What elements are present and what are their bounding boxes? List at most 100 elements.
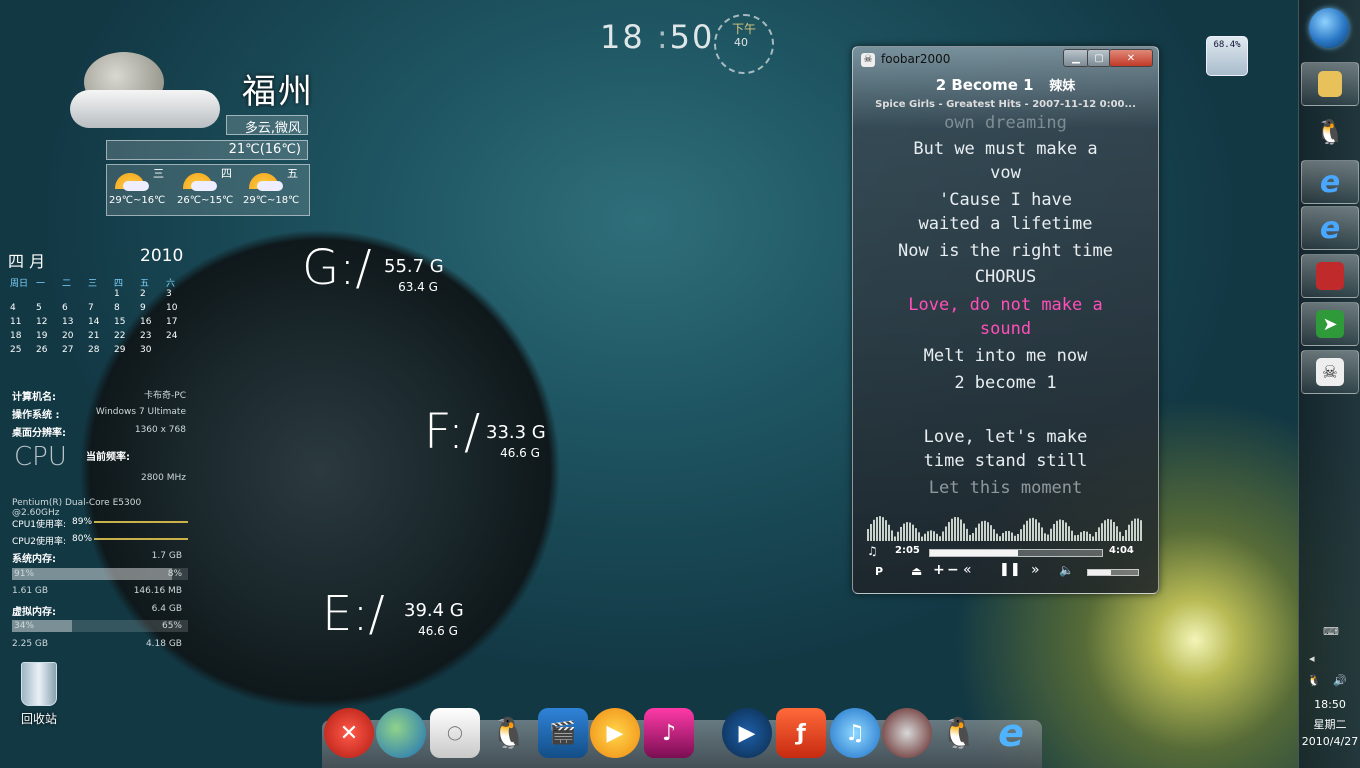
- start-button[interactable]: [1309, 8, 1349, 48]
- drive-g[interactable]: G:/ 55.7 G 63.4 G: [302, 240, 462, 310]
- taskbar: 🐧 e e ➤ ☠ ⌨ ◂ 🐧 🔊 18:50 星期二 2010/4/27: [1298, 0, 1360, 768]
- eject-icon[interactable]: ⏏: [911, 564, 922, 578]
- spectrum-bar: [936, 533, 938, 541]
- movie-icon[interactable]: 🎬: [538, 708, 588, 758]
- clock-ampm: 下午: [732, 22, 757, 36]
- lyrics-panel: own dreaming But we must make a vow 'Cau…: [853, 109, 1158, 499]
- cpu1-value: 89%: [72, 517, 93, 527]
- flash-icon[interactable]: ƒ: [776, 708, 826, 758]
- spectrum-bar: [1077, 534, 1079, 541]
- media-player-icon[interactable]: ▶: [590, 708, 640, 758]
- spectrum-bar: [954, 517, 956, 541]
- drive-total-space: 46.6 G: [500, 446, 540, 460]
- close-button[interactable]: ✕: [1109, 49, 1153, 67]
- lyric-line: Love, let's make: [923, 427, 1088, 447]
- lyric-line: But we must make a: [913, 139, 1098, 159]
- weather-city: 福州: [242, 72, 314, 112]
- qq-tray-icon[interactable]: 🐧: [1307, 674, 1321, 687]
- qq-penguin-icon[interactable]: 🐧: [484, 708, 534, 758]
- taskbar-ie-1[interactable]: e: [1301, 160, 1359, 204]
- cpu1-graph: [94, 521, 188, 523]
- minimize-button[interactable]: ▁: [1063, 49, 1089, 67]
- spectrum-bar: [1002, 532, 1004, 541]
- taskbar-date[interactable]: 2010/4/27: [1299, 735, 1360, 748]
- mem-bar-fill: [12, 568, 173, 580]
- remove-icon[interactable]: −: [947, 562, 959, 578]
- calendar-week: 18 19 20 21 22 23 24: [10, 331, 178, 341]
- forecast-weekday: 四: [221, 167, 232, 180]
- keyboard-icon[interactable]: ⌨: [1323, 625, 1339, 638]
- spectrum-bar: [1005, 531, 1007, 541]
- lyric-line: Let this moment: [928, 478, 1083, 498]
- elapsed-time: 2:05: [895, 545, 920, 556]
- battery-gadget[interactable]: 68.4%: [1206, 36, 1248, 76]
- spectrum-bar: [1008, 530, 1010, 541]
- clock-hour: 18: [600, 18, 645, 56]
- spectrum-bar: [1095, 531, 1097, 541]
- mem-used-pct: 91%: [14, 569, 35, 579]
- previous-icon[interactable]: «: [963, 562, 972, 578]
- close-icon[interactable]: ✕: [324, 708, 374, 758]
- taskbar-app-green[interactable]: ➤: [1301, 302, 1359, 346]
- spectrum-bar: [963, 523, 965, 541]
- clock-minute: 50: [669, 18, 715, 56]
- cpu1-label: CPU1使用率:: [12, 520, 67, 530]
- spectrum-bar: [1035, 519, 1037, 541]
- mem-bar: [12, 568, 188, 580]
- calendar-month: 四 月: [8, 252, 46, 271]
- ie-icon[interactable]: e: [986, 708, 1036, 758]
- computer-name-label: 计算机名:: [12, 392, 56, 403]
- forecast-day: 四 26℃~15℃: [177, 165, 243, 213]
- weather-widget[interactable]: 福州 多云,微风 21℃(16℃) 三 29℃~16℃ 四 26℃~15℃ 五 …: [66, 50, 316, 220]
- spectrum-bar: [1044, 533, 1046, 541]
- volume-icon[interactable]: 🔈: [1059, 563, 1074, 577]
- add-icon[interactable]: +: [933, 562, 945, 578]
- taskbar-ie-2[interactable]: e: [1301, 206, 1359, 250]
- calendar-widget[interactable]: 四 月 2010 周日一二三四五六 123 4 5 6 7 8 9 10 11 12 13 14 1…: [0, 246, 200, 356]
- maximize-button[interactable]: ▢: [1087, 49, 1111, 67]
- spectrum-bar: [900, 526, 902, 541]
- drive-e[interactable]: E:/ 39.4 G 46.6 G: [322, 586, 482, 656]
- spectrum-bar: [873, 519, 875, 541]
- spectrum-bar: [1104, 520, 1106, 541]
- next-icon[interactable]: »: [1031, 562, 1040, 578]
- volume-tray-icon[interactable]: 🔊: [1333, 674, 1347, 687]
- spectrum-bar: [999, 536, 1001, 541]
- spectrum-bar: [1092, 536, 1094, 541]
- spectrum-bar: [1086, 531, 1088, 541]
- taskbar-explorer[interactable]: [1301, 62, 1359, 106]
- volume-slider[interactable]: [1087, 569, 1139, 576]
- spectrum-bar: [1125, 530, 1127, 541]
- spectrum-bar: [966, 528, 968, 541]
- forecast-range: 29℃~18℃: [243, 195, 300, 206]
- playlist-icon[interactable]: P: [875, 565, 883, 578]
- foobar-icon: ☠: [1316, 358, 1344, 386]
- taskbar-qq[interactable]: 🐧: [1301, 110, 1359, 154]
- play-icon[interactable]: ▶: [722, 708, 772, 758]
- network-icon[interactable]: [376, 708, 426, 758]
- taskbar-time[interactable]: 18:50: [1299, 698, 1360, 711]
- show-hidden-icons-icon[interactable]: ◂: [1309, 652, 1315, 665]
- qq-icon[interactable]: 🐧: [934, 708, 984, 758]
- recycle-bin[interactable]: 回收站: [12, 660, 66, 730]
- taskbar-foobar[interactable]: ☠: [1301, 350, 1359, 394]
- computer-name-value: 卡布奇-PC: [144, 391, 186, 401]
- itunes-icon[interactable]: ♫: [830, 708, 880, 758]
- seek-bar[interactable]: [929, 549, 1103, 557]
- lyric-line: time stand still: [923, 451, 1088, 471]
- mac-icon[interactable]: ◯: [430, 708, 480, 758]
- music-app-icon[interactable]: ♪: [644, 708, 694, 758]
- lyric-line: Melt into me now: [923, 346, 1088, 366]
- drive-free-space: 39.4 G: [404, 600, 464, 621]
- battery-value: 68.4%: [1213, 40, 1241, 50]
- os-value: Windows 7 Ultimate: [95, 407, 186, 417]
- folder-icon: [1318, 71, 1342, 97]
- os-label: 操作系统 :: [12, 410, 60, 421]
- spectrum-bar: [1089, 533, 1091, 541]
- pause-icon[interactable]: ❚❚: [999, 562, 1021, 577]
- taskbar-game[interactable]: [1301, 254, 1359, 298]
- taskbar-weekday[interactable]: 星期二: [1299, 716, 1360, 732]
- drive-f[interactable]: F:/ 33.3 G 46.6 G: [424, 404, 564, 474]
- foobar-window[interactable]: ☠ foobar2000 ▁ ▢ ✕ 2 Become 1 辣妹 Spice G…: [852, 46, 1159, 594]
- media-box-icon[interactable]: [882, 708, 932, 758]
